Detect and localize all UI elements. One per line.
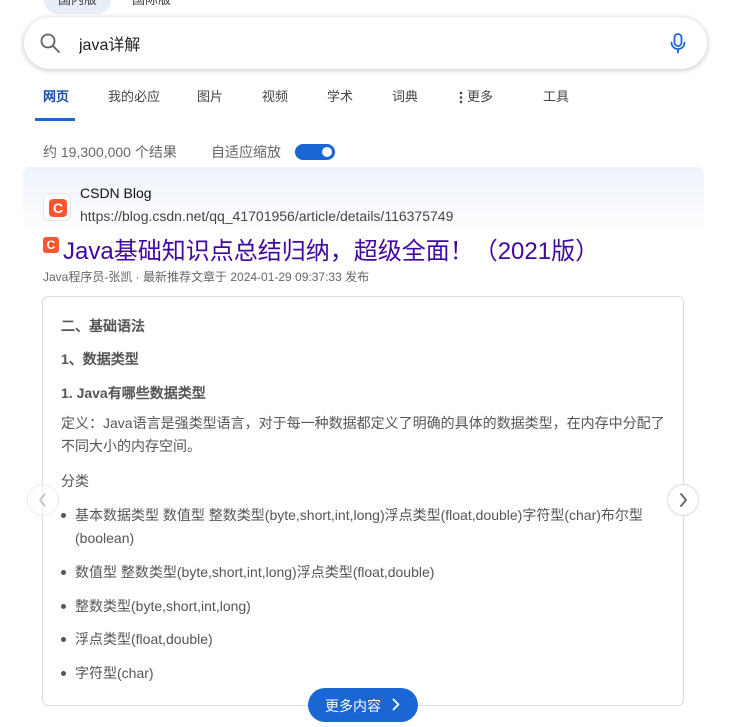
nav-tab-images[interactable]: 图片 bbox=[197, 90, 223, 114]
carousel-prev-button[interactable] bbox=[27, 484, 59, 516]
preview-bullet: 基本数据类型 数值型 整数类型(byte,short,int,long)浮点类型… bbox=[61, 504, 665, 550]
chevron-right-icon bbox=[392, 698, 400, 711]
more-content-button[interactable]: 更多内容 bbox=[308, 688, 418, 722]
result-preview[interactable]: 二、基础语法 1、数据类型 1. Java有哪些数据类型 定义：Java语言是强… bbox=[42, 296, 684, 706]
preview-bullet: 字符型(char) bbox=[61, 662, 665, 685]
nav-tab-dictionary[interactable]: 词典 bbox=[392, 90, 418, 114]
preview-definition: 定义：Java语言是强类型语言，对于每一种数据都定义了明确的具体的数据类型，在内… bbox=[61, 415, 665, 454]
search-icon[interactable] bbox=[40, 33, 60, 53]
result-title-link[interactable]: Java基础知识点总结归纳，超级全面！（2021版） bbox=[63, 237, 599, 267]
nav-tab-videos[interactable]: 视频 bbox=[262, 90, 288, 114]
nav-tab-more[interactable]: 更多 bbox=[459, 90, 493, 114]
microphone-icon[interactable] bbox=[667, 32, 689, 54]
title-csdn-icon: C bbox=[43, 237, 59, 253]
result-url[interactable]: https://blog.csdn.net/qq_41701956/articl… bbox=[80, 208, 453, 224]
chevron-left-icon bbox=[39, 493, 46, 507]
nav-active-underline bbox=[35, 118, 75, 121]
tab-domestic[interactable]: 国内版 bbox=[44, 0, 112, 14]
result-meta: Java程序员-张凯 · 最新推荐文章于 2024-01-29 09:37:33… bbox=[43, 270, 370, 284]
nav-tab-web[interactable]: 网页 bbox=[43, 90, 69, 114]
more-dots-icon bbox=[459, 90, 467, 107]
more-content-label: 更多内容 bbox=[325, 698, 381, 714]
site-name[interactable]: CSDN Blog bbox=[80, 185, 152, 201]
tab-international[interactable]: 国际版 bbox=[118, 0, 185, 14]
preview-heading-2: 1、数据类型 bbox=[61, 351, 139, 367]
preview-heading-1: 二、基础语法 bbox=[61, 318, 145, 334]
preview-heading-3: 1. Java有哪些数据类型 bbox=[61, 385, 206, 401]
site-favicon[interactable]: C bbox=[43, 193, 71, 221]
preview-bullet: 数值型 整数类型(byte,short,int,long)浮点类型(float,… bbox=[61, 561, 665, 584]
csdn-logo-icon: C bbox=[49, 199, 67, 217]
preview-category-label: 分类 bbox=[61, 473, 89, 489]
result-card: C CSDN Blog https://blog.csdn.net/qq_417… bbox=[23, 167, 704, 727]
search-input[interactable] bbox=[79, 31, 639, 55]
search-nav: 网页 我的必应 图片 视频 学术 词典 更多 工具 bbox=[0, 84, 731, 122]
preview-bullet: 浮点类型(float,double) bbox=[61, 628, 665, 651]
nav-tab-academic[interactable]: 学术 bbox=[327, 90, 353, 114]
adaptive-zoom-label: 自适应缩放 bbox=[211, 144, 281, 160]
preview-bullet: 整数类型(byte,short,int,long) bbox=[61, 595, 665, 618]
nav-more-label: 更多 bbox=[467, 89, 494, 104]
nav-tab-my-bing[interactable]: 我的必应 bbox=[108, 90, 160, 114]
search-box bbox=[24, 17, 707, 69]
adaptive-zoom-toggle[interactable] bbox=[295, 144, 335, 160]
chevron-right-icon bbox=[680, 493, 687, 507]
toggle-knob bbox=[322, 147, 332, 157]
carousel-next-button[interactable] bbox=[667, 484, 699, 516]
result-count: 约 19,300,000 个结果 bbox=[43, 144, 177, 160]
nav-tab-tools[interactable]: 工具 bbox=[543, 90, 569, 114]
